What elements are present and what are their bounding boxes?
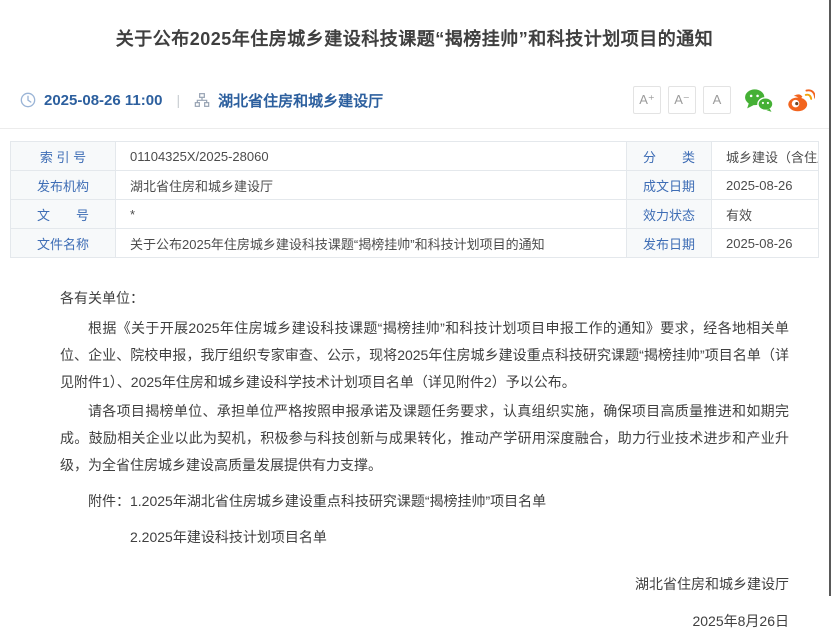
meta-left-group: 2025-08-26 11:00 | 湖北省住房和城乡建设厅 <box>20 90 383 111</box>
salutation: 各有关单位： <box>60 285 789 312</box>
doc-number-value: * <box>116 200 627 229</box>
font-default-button[interactable]: A <box>703 86 731 114</box>
publish-time: 2025-08-26 11:00 <box>44 92 162 109</box>
table-row: 索 引 号 01104325X/2025-28060 分 类 城乡建设（含住房） <box>11 142 819 171</box>
meta-separator: | <box>176 92 180 108</box>
category-value: 城乡建设（含住房） <box>712 142 819 171</box>
attachment-item-1: 1.2025年湖北省住房城乡建设重点科技研究课题“揭榜挂帅”项目名单 <box>130 493 546 509</box>
doc-number-label: 文 号 <box>11 200 116 229</box>
publish-date-value: 2025-08-26 <box>712 229 819 258</box>
written-date-label: 成文日期 <box>627 171 712 200</box>
validity-status-value: 有效 <box>712 200 819 229</box>
wechat-share-icon[interactable] <box>744 88 774 113</box>
index-number-label: 索 引 号 <box>11 142 116 171</box>
signature: 湖北省住房和城乡建设厅 <box>60 574 789 594</box>
info-table-wrap: 索 引 号 01104325X/2025-28060 分 类 城乡建设（含住房）… <box>0 129 829 258</box>
index-number-value: 01104325X/2025-28060 <box>116 142 627 171</box>
publish-date-label: 发布日期 <box>627 229 712 258</box>
table-row: 文件名称 关于公布2025年住房城乡建设科技课题“揭榜挂帅”和科技计划项目的通知… <box>11 229 819 258</box>
validity-status-label: 效力状态 <box>627 200 712 229</box>
category-label: 分 类 <box>627 142 712 171</box>
source-name: 湖北省住房和城乡建设厅 <box>218 90 383 111</box>
font-increase-button[interactable]: A⁺ <box>633 86 661 114</box>
meta-bar: 2025-08-26 11:00 | 湖北省住房和城乡建设厅 A⁺ A⁻ A <box>0 72 829 129</box>
attachments: 附件：1.2025年湖北省住房城乡建设重点科技研究课题“揭榜挂帅”项目名单 2.… <box>60 488 789 551</box>
attachment-line: 附件：1.2025年湖北省住房城乡建设重点科技研究课题“揭榜挂帅”项目名单 <box>60 488 789 515</box>
clock-icon <box>20 92 36 108</box>
attachment-item-2: 2.2025年建设科技计划项目名单 <box>60 524 789 551</box>
notice-body: 各有关单位： 根据《关于开展2025年住房城乡建设科技课题“揭榜挂帅”和科技计划… <box>0 258 829 631</box>
table-row: 发布机构 湖北省住房和城乡建设厅 成文日期 2025-08-26 <box>11 171 819 200</box>
table-row: 文 号 * 效力状态 有效 <box>11 200 819 229</box>
page-title: 关于公布2025年住房城乡建设科技课题“揭榜挂帅”和科技计划项目的通知 <box>0 0 829 72</box>
meta-right-group: A⁺ A⁻ A <box>633 86 815 114</box>
attachments-label: 附件： <box>88 493 130 509</box>
info-table: 索 引 号 01104325X/2025-28060 分 类 城乡建设（含住房）… <box>10 141 819 258</box>
issuing-agency-value: 湖北省住房和城乡建设厅 <box>116 171 627 200</box>
sign-date: 2025年8月26日 <box>60 611 789 631</box>
font-decrease-button[interactable]: A⁻ <box>668 86 696 114</box>
paragraph: 请各项目揭榜单位、承担单位严格按照申报承诺及课题任务要求，认真组织实施，确保项目… <box>60 398 789 479</box>
weibo-share-icon[interactable] <box>787 88 815 112</box>
notice-page: { "page": { "title": "关于公布2025年住房城乡建设科技课… <box>0 0 831 596</box>
doc-title-value: 关于公布2025年住房城乡建设科技课题“揭榜挂帅”和科技计划项目的通知 <box>116 229 627 258</box>
issuing-agency-label: 发布机构 <box>11 171 116 200</box>
sitemap-icon <box>194 92 210 108</box>
paragraph: 根据《关于开展2025年住房城乡建设科技课题“揭榜挂帅”和科技计划项目申报工作的… <box>60 315 789 396</box>
doc-title-label: 文件名称 <box>11 229 116 258</box>
written-date-value: 2025-08-26 <box>712 171 819 200</box>
